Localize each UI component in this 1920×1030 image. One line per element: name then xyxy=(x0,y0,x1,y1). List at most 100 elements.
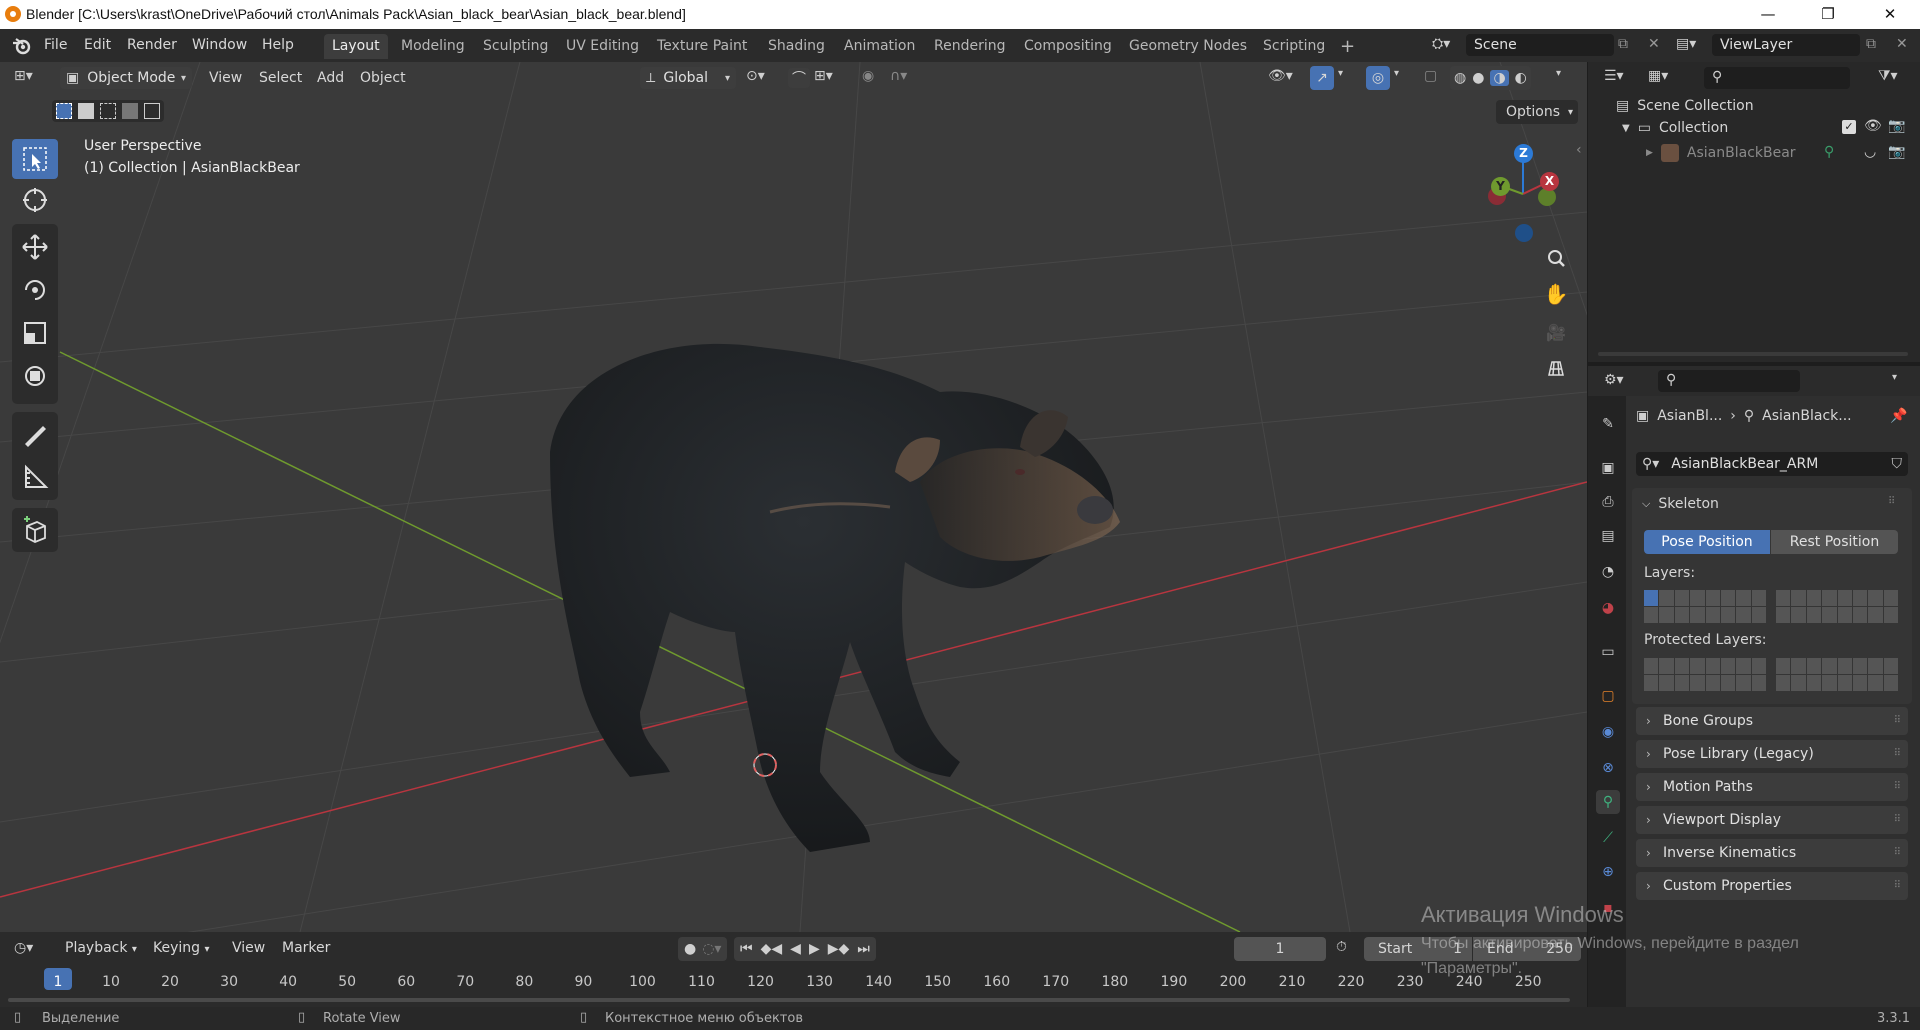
visibility-hidden-icon[interactable]: ◡ xyxy=(1864,144,1876,160)
protected-layers-grid-1[interactable] xyxy=(1644,658,1766,691)
timeline-menu-marker[interactable]: Marker xyxy=(282,940,330,956)
timeline-menu-view[interactable]: View xyxy=(232,940,265,956)
pan-hand-icon[interactable]: ✋ xyxy=(1540,278,1572,310)
scene-icon[interactable]: ⛭▾ xyxy=(1432,36,1450,52)
snap-toggle-icon[interactable]: ⌒ xyxy=(788,68,810,88)
outliner-row-asianblackbear[interactable]: ▶ AsianBlackBear xyxy=(1646,144,1796,162)
inverse-kinematics-section[interactable]: › Inverse Kinematics ⠿ xyxy=(1636,839,1908,867)
material-preview-shading-icon[interactable]: ◑ xyxy=(1490,70,1509,86)
pivot-point-icon[interactable]: ⊙▾ xyxy=(746,68,765,84)
tab-uv-editing[interactable]: UV Editing xyxy=(558,34,647,59)
current-frame-field[interactable]: 1 xyxy=(1234,937,1326,961)
outliner-row-collection[interactable]: ▼ ▭ Collection xyxy=(1622,120,1728,136)
tab-modeling[interactable]: Modeling xyxy=(393,34,473,59)
transform-orientation-dropdown[interactable]: ⟂ Global ▾ xyxy=(640,67,736,89)
timeline-menu-keying[interactable]: Keying ▾ xyxy=(153,940,210,956)
panel-drag-handle-icon[interactable]: ⠿ xyxy=(1894,773,1901,801)
constraints-properties-tab-icon[interactable]: ⊗ xyxy=(1596,756,1620,780)
solid-shading-icon[interactable]: ● xyxy=(1472,70,1484,86)
play-reverse-icon[interactable]: ◀ xyxy=(790,941,801,957)
custom-properties-section[interactable]: › Custom Properties ⠿ xyxy=(1636,872,1908,900)
shading-options-chevron-icon[interactable]: ▾ xyxy=(1556,68,1561,79)
skeleton-panel-header[interactable]: ⌵ Skeleton xyxy=(1642,496,1719,512)
viewlayer-icon[interactable]: ▤▾ xyxy=(1676,36,1696,52)
menu-window[interactable]: Window xyxy=(192,37,247,53)
properties-editor-type-icon[interactable]: ⚙▾ xyxy=(1604,372,1624,388)
transform-tool-icon[interactable] xyxy=(12,356,58,396)
viewport-display-section[interactable]: › Viewport Display ⠿ xyxy=(1636,806,1908,834)
bone-layer-active[interactable] xyxy=(1644,590,1659,606)
panel-drag-handle-icon[interactable]: ⠿ xyxy=(1894,806,1901,834)
tab-geometry-nodes[interactable]: Geometry Nodes xyxy=(1121,34,1255,59)
jump-to-keyframe-next-icon[interactable]: ▶◆ xyxy=(828,941,850,957)
maximize-button[interactable]: ❐ xyxy=(1800,0,1856,29)
overlays-toggle-icon[interactable]: ◎ xyxy=(1366,66,1390,90)
armature-data-icon[interactable]: ⚲ xyxy=(1824,144,1834,160)
rotate-tool-icon[interactable] xyxy=(12,270,58,310)
proportional-falloff-icon[interactable]: ∩▾ xyxy=(890,68,907,84)
tool-properties-tab-icon[interactable]: ✎ xyxy=(1596,412,1620,436)
motion-paths-section[interactable]: › Motion Paths ⠿ xyxy=(1636,773,1908,801)
select-intersect-icon[interactable] xyxy=(144,103,160,119)
tab-sculpting[interactable]: Sculpting xyxy=(475,34,556,59)
view-layer-tab-icon[interactable]: ▤ xyxy=(1596,524,1620,548)
snap-target-icon[interactable]: ⊞▾ xyxy=(814,68,833,84)
fake-user-shield-icon[interactable]: ⛉ xyxy=(1892,456,1903,472)
properties-search-input[interactable]: ⚲ xyxy=(1658,370,1800,392)
scale-tool-icon[interactable] xyxy=(12,313,58,353)
protected-layers-grid-2[interactable] xyxy=(1776,658,1898,691)
3d-cursor-icon[interactable] xyxy=(750,750,780,780)
navigation-gizmo[interactable]: Z Y X xyxy=(1470,134,1570,244)
collection-properties-tab-icon[interactable]: ▭ xyxy=(1596,640,1620,664)
select-box-tool-icon[interactable] xyxy=(12,139,58,179)
editor-type-icon[interactable]: ⊞▾ xyxy=(14,68,33,84)
pose-position-button[interactable]: Pose Position xyxy=(1644,530,1770,554)
move-tool-icon[interactable] xyxy=(12,227,58,267)
expand-arrow-icon[interactable]: ▼ xyxy=(1622,123,1630,134)
rendered-shading-icon[interactable]: ◐ xyxy=(1515,70,1527,86)
measure-tool-icon[interactable] xyxy=(12,457,58,497)
options-dropdown[interactable]: Options ▾ xyxy=(1496,100,1578,124)
panel-drag-handle-icon[interactable]: ⠿ xyxy=(1894,740,1901,768)
bone-constraints-tab-icon[interactable]: ⊕ xyxy=(1596,860,1620,884)
outliner-row-scene-collection[interactable]: ▤ Scene Collection xyxy=(1616,98,1754,114)
exclude-checkbox[interactable]: ✓ xyxy=(1842,120,1856,134)
cursor-tool-icon[interactable] xyxy=(12,180,58,220)
perspective-toggle-icon[interactable] xyxy=(1540,352,1572,384)
visibility-eye-icon[interactable]: 👁 xyxy=(1864,118,1882,134)
select-subtract-icon[interactable] xyxy=(100,103,116,119)
jump-to-end-icon[interactable]: ⏭ xyxy=(857,941,870,957)
bone-layers-grid-2[interactable] xyxy=(1776,590,1898,623)
chevron-down-icon[interactable]: ▾ xyxy=(1394,68,1399,79)
proportional-edit-icon[interactable]: ◉ xyxy=(862,68,874,84)
sidebar-toggle-icon[interactable]: ‹ xyxy=(1576,142,1582,158)
timeline-scrollbar[interactable] xyxy=(8,998,1570,1002)
outliner-search-input[interactable]: ⚲ xyxy=(1704,67,1850,89)
menu-help[interactable]: Help xyxy=(262,37,294,53)
viewlayer-name-field[interactable]: ViewLayer xyxy=(1712,34,1860,56)
new-viewlayer-icon[interactable]: ⧉ xyxy=(1866,36,1876,52)
tab-layout[interactable]: Layout xyxy=(324,34,388,59)
select-invert-icon[interactable] xyxy=(122,103,138,119)
tab-texture-paint[interactable]: Texture Paint xyxy=(649,34,755,59)
tab-scripting[interactable]: Scripting xyxy=(1255,34,1333,59)
scene-name-field[interactable]: Scene xyxy=(1466,34,1614,56)
bone-layers-grid-1[interactable] xyxy=(1644,590,1766,623)
add-cube-tool-icon[interactable] xyxy=(12,510,58,550)
jump-to-start-icon[interactable]: ⏮ xyxy=(740,941,753,957)
tab-animation[interactable]: Animation xyxy=(836,34,923,59)
render-properties-tab-icon[interactable]: ▣ xyxy=(1596,456,1620,480)
output-properties-tab-icon[interactable]: ⎙ xyxy=(1596,490,1620,514)
tab-rendering[interactable]: Rendering xyxy=(926,34,1014,59)
pin-scene-icon[interactable]: ⧉ xyxy=(1618,36,1628,52)
armature-datablock-field[interactable]: ⚲▾ AsianBlackBear_ARM ⛉ xyxy=(1636,452,1908,476)
timeline-menu-playback[interactable]: Playback ▾ xyxy=(65,940,137,956)
render-camera-icon[interactable]: 📷 xyxy=(1888,118,1905,134)
object-properties-tab-icon[interactable]: ▢ xyxy=(1596,684,1620,708)
outliner-scrollbar[interactable] xyxy=(1598,352,1908,356)
tab-compositing[interactable]: Compositing xyxy=(1016,34,1120,59)
pin-icon[interactable]: 📌 xyxy=(1890,408,1907,424)
panel-drag-handle-icon[interactable]: ⠿ xyxy=(1894,839,1901,867)
viewport-menu-object[interactable]: Object xyxy=(360,70,406,86)
gizmo-x-axis[interactable]: X xyxy=(1540,172,1559,191)
